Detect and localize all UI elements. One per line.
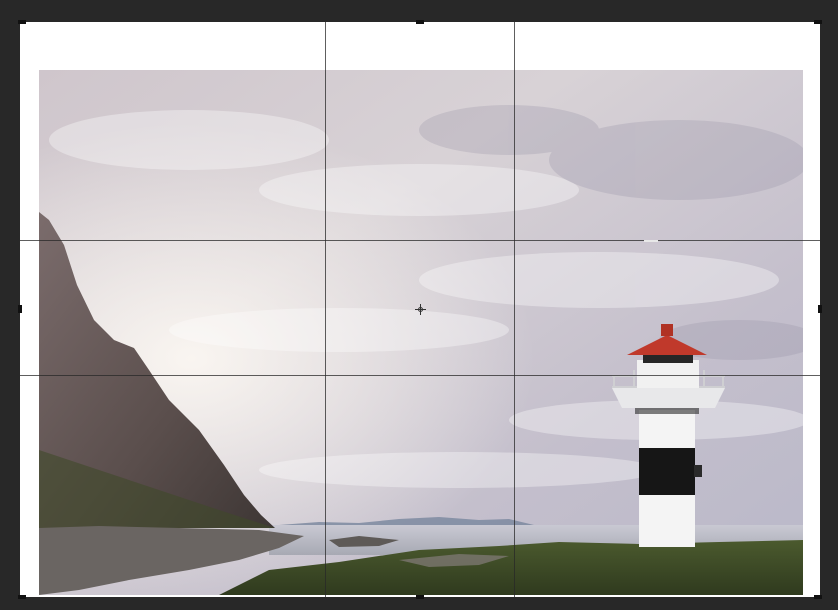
photo-layer[interactable] [39,70,803,595]
crop-handle-top-left[interactable] [18,20,26,24]
crop-handle-bottom-right[interactable] [814,595,822,599]
crosshair-icon[interactable] [415,304,426,315]
workspace [0,0,838,610]
crop-handle-top[interactable] [416,20,424,24]
crop-handle-right[interactable] [818,305,822,313]
crop-handle-bottom-left[interactable] [18,595,26,599]
crop-handle-left[interactable] [18,305,22,313]
landscape-photo [39,70,803,595]
grid-intersection-marker [644,240,658,242]
crop-handle-top-right[interactable] [814,20,822,24]
crop-handle-bottom[interactable] [416,595,424,599]
